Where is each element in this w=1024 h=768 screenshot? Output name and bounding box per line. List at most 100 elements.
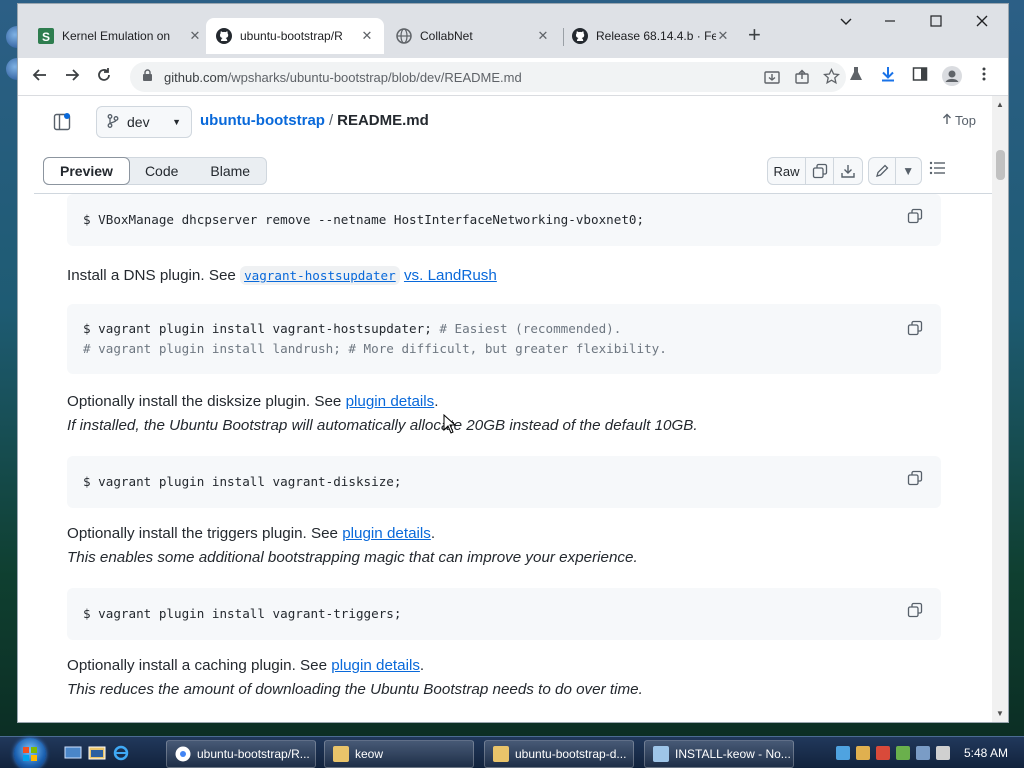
landrush-link[interactable]: vs. LandRush	[404, 267, 497, 284]
back-icon[interactable]	[30, 66, 50, 86]
scroll-down-icon[interactable]: ▼	[996, 709, 1004, 718]
scroll-up-icon[interactable]: ▲	[996, 100, 1004, 109]
show-desktop-icon[interactable]	[64, 745, 82, 761]
notepad-icon	[653, 746, 669, 762]
code-block: $ vagrant plugin install vagrant-hostsup…	[67, 304, 941, 374]
pencil-icon[interactable]	[869, 158, 896, 184]
new-tab-button[interactable]: +	[748, 22, 761, 48]
copy-icon[interactable]	[907, 602, 925, 620]
paragraph-italic: This enables some additional bootstrappi…	[67, 549, 638, 566]
tab-title: CollabNet	[420, 29, 473, 43]
taskbar-item-label: INSTALL-keow - No...	[675, 747, 791, 761]
forward-icon[interactable]	[62, 66, 82, 86]
taskbar: ubuntu-bootstrap/R... keow ubuntu-bootst…	[0, 736, 1024, 768]
tab-search-icon[interactable]	[836, 14, 856, 33]
close-icon[interactable]: ✕	[360, 28, 374, 44]
taskbar-item-keow[interactable]: keow	[324, 740, 474, 768]
code-line: $ vagrant plugin install vagrant-hostsup…	[83, 319, 925, 339]
address-bar[interactable]: github.com/wpsharks/ubuntu-bootstrap/blo…	[130, 62, 846, 92]
tab-title: Release 68.14.4.b · Fe	[596, 29, 716, 43]
paragraph: Optionally install the disksize plugin. …	[67, 390, 438, 414]
maximize-icon[interactable]	[926, 14, 946, 33]
code-line: $ vagrant plugin install vagrant-disksiz…	[83, 474, 402, 489]
share-icon[interactable]	[794, 69, 810, 88]
page-viewport: dev ▼ ubuntu-bootstrap / README.md Top Pre…	[18, 96, 1008, 722]
file-view-bar: Preview Code Blame Raw ▼	[34, 148, 992, 194]
repo-link[interactable]: ubuntu-bootstrap	[200, 112, 325, 129]
code-line: $ vagrant plugin install vagrant-trigger…	[83, 606, 402, 621]
download-raw-icon[interactable]	[834, 158, 862, 184]
scrollbar-thumb[interactable]	[996, 150, 1005, 180]
monitor-tray-icon[interactable]	[916, 746, 930, 760]
copy-raw-icon[interactable]	[806, 158, 834, 184]
antivirus-tray-icon[interactable]	[876, 746, 890, 760]
downloads-icon[interactable]	[878, 66, 898, 86]
page-scrollbar[interactable]: ▲ ▼	[992, 96, 1008, 722]
install-app-icon[interactable]	[764, 69, 780, 88]
minimize-icon[interactable]	[880, 14, 900, 33]
github-icon	[572, 28, 588, 44]
paragraph-text: Optionally install the disksize plugin. …	[67, 393, 346, 410]
close-icon[interactable]: ✕	[536, 28, 550, 44]
code-comment: # Easiest (recommended).	[431, 321, 622, 336]
paragraph: Optionally install the triggers plugin. …	[67, 522, 435, 546]
start-button[interactable]	[8, 737, 52, 768]
edit-button-group: ▼	[868, 157, 922, 185]
taskbar-item-label: ubuntu-bootstrap-d...	[515, 747, 627, 761]
top-button[interactable]: Top	[942, 113, 976, 128]
profile-avatar-icon[interactable]	[942, 66, 962, 86]
copy-icon[interactable]	[907, 320, 925, 338]
reload-icon[interactable]	[94, 66, 114, 86]
tab-release[interactable]: Release 68.14.4.b · Fe ✕	[562, 18, 740, 54]
shield-tray-icon[interactable]	[856, 746, 870, 760]
window-close-icon[interactable]	[972, 14, 992, 33]
extension-flask-icon[interactable]	[846, 66, 866, 86]
close-icon[interactable]: ✕	[716, 28, 730, 44]
taskbar-clock[interactable]: 5:48 AM	[964, 746, 1008, 760]
browser-toolbar: github.com/wpsharks/ubuntu-bootstrap/blo…	[18, 58, 1008, 96]
tab-ubuntu-bootstrap[interactable]: ubuntu-bootstrap/R ✕	[206, 18, 384, 54]
internet-explorer-icon[interactable]	[112, 745, 130, 761]
code-block: $ VBoxManage dhcpserver remove --netname…	[67, 194, 941, 246]
expand-file-tree-icon[interactable]	[50, 110, 74, 134]
taskbar-item-chrome[interactable]: ubuntu-bootstrap/R...	[166, 740, 316, 768]
url-host: github.com	[164, 69, 228, 85]
update-tray-icon[interactable]	[896, 746, 910, 760]
paragraph-italic: This reduces the amount of downloading t…	[67, 681, 643, 698]
tab-preview[interactable]: Preview	[43, 157, 130, 185]
breadcrumb-separator: /	[328, 112, 334, 129]
copy-icon[interactable]	[907, 208, 925, 226]
edit-chevron-down-icon[interactable]: ▼	[896, 158, 922, 184]
side-panel-icon[interactable]	[910, 66, 930, 86]
hostsupdater-link[interactable]: vagrant-hostsupdater	[240, 266, 400, 285]
tab-blame[interactable]: Blame	[194, 158, 266, 184]
browser-menu-icon[interactable]	[974, 66, 994, 86]
close-icon[interactable]: ✕	[188, 28, 202, 44]
folder-icon	[333, 746, 349, 762]
paragraph-text: .	[430, 525, 436, 542]
copy-icon[interactable]	[907, 470, 925, 488]
explorer-icon[interactable]	[88, 745, 106, 761]
file-name: README.md	[337, 112, 429, 129]
tab-collabnet[interactable]: CollabNet ✕	[386, 18, 560, 54]
url-path: /wpsharks/ubuntu-bootstrap/blob/dev/READ…	[227, 69, 522, 85]
tab-kernel-emulation[interactable]: S Kernel Emulation on ✕	[28, 18, 212, 54]
disksize-plugin-link[interactable]: plugin details	[346, 393, 435, 410]
tab-code[interactable]: Code	[129, 158, 194, 184]
raw-button[interactable]: Raw	[768, 158, 806, 184]
code-line: # vagrant plugin install landrush; # Mor…	[83, 341, 667, 356]
taskbar-item-notepad[interactable]: INSTALL-keow - No...	[644, 740, 794, 768]
mouse-cursor-icon	[443, 413, 457, 439]
paragraph: Optionally install a caching plugin. See…	[67, 654, 424, 678]
bookmark-star-icon[interactable]	[822, 67, 841, 88]
caching-plugin-link[interactable]: plugin details	[331, 657, 420, 674]
outline-list-icon[interactable]	[929, 161, 953, 181]
branch-selector[interactable]: dev ▼	[96, 106, 192, 138]
network-tray-icon[interactable]	[836, 746, 850, 760]
taskbar-item-folder[interactable]: ubuntu-bootstrap-d...	[484, 740, 634, 768]
triggers-plugin-link[interactable]: plugin details	[342, 525, 431, 542]
volume-tray-icon[interactable]	[936, 746, 950, 760]
view-mode-switch: Preview Code Blame	[43, 157, 268, 185]
lock-icon	[142, 69, 156, 85]
branch-name: dev	[127, 114, 150, 130]
